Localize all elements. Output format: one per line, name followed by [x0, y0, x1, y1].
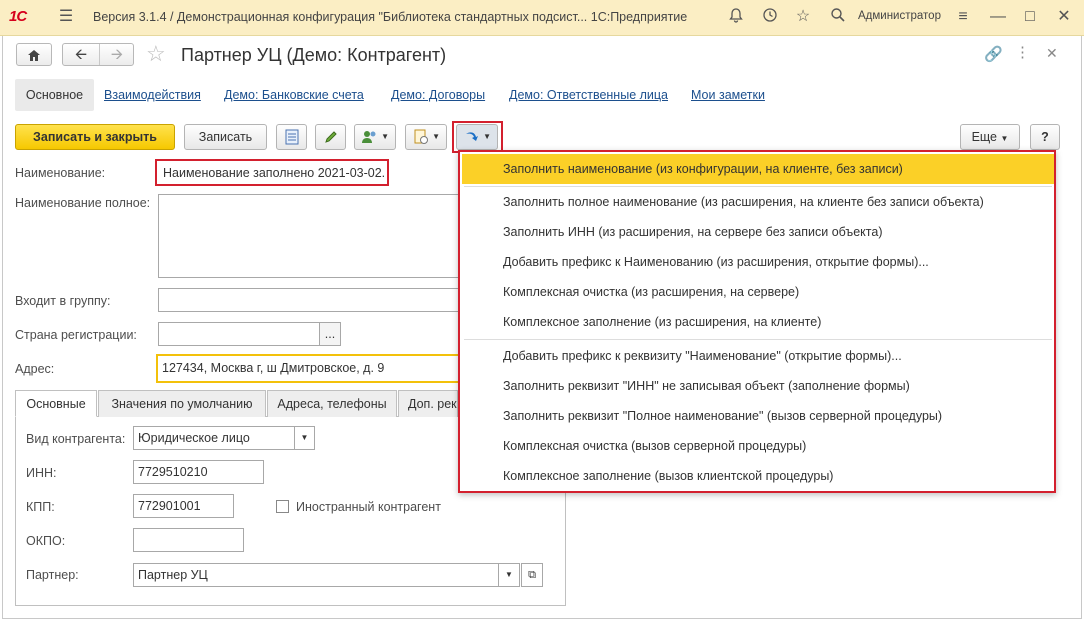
group-input[interactable] — [158, 288, 460, 312]
back-arrow-icon[interactable]: 🡨 — [63, 44, 100, 65]
partner-open-button[interactable]: ⧉ — [521, 563, 543, 587]
name-input[interactable]: Наименование заполнено 2021-03-02. — [158, 161, 458, 185]
tab-contracts[interactable]: Демо: Договоры — [391, 88, 485, 102]
menu-item-complex-fill-client[interactable]: Комплексное заполнение (вызов клиентской… — [462, 461, 1054, 491]
app-logo: 1С — [9, 8, 27, 25]
foreign-label: Иностранный контрагент — [296, 500, 441, 514]
window-title-text: Версия 3.1.4 / Демонстрационная конфигур… — [93, 10, 688, 24]
menu-separator — [464, 339, 1052, 340]
menu-item-add-prefix[interactable]: Добавить префикс к Наименованию (из расш… — [462, 247, 1054, 277]
search-icon[interactable] — [828, 7, 848, 27]
tab-basic[interactable]: Основные — [15, 390, 97, 417]
close-window-icon[interactable]: ✕ — [1054, 7, 1074, 27]
title-bar: 1С ☰ Версия 3.1.4 / Демонстрационная кон… — [0, 0, 1084, 36]
help-button[interactable]: ? — [1030, 124, 1060, 150]
partner-input[interactable]: Партнер УЦ — [133, 563, 499, 587]
attachments-dropdown-button[interactable]: ▼ — [405, 124, 447, 150]
tab-default-values[interactable]: Значения по умолчанию — [98, 390, 266, 417]
save-and-close-button[interactable]: Записать и закрыть — [15, 124, 175, 150]
fill-arrow-icon — [466, 132, 478, 141]
kind-select[interactable]: Юридическое лицо — [133, 426, 295, 450]
open-form-icon: ⧉ — [528, 569, 536, 581]
partner-dropdown-button[interactable]: ▼ — [498, 563, 520, 587]
more-options-icon[interactable]: ⋮ — [1015, 43, 1030, 61]
okpo-label: ОКПО: — [26, 534, 66, 548]
tab-additional-details[interactable]: Доп. рек — [398, 390, 458, 417]
country-input[interactable] — [158, 322, 320, 346]
minimize-icon[interactable]: — — [988, 7, 1008, 27]
menu-item-fill-name[interactable]: Заполнить наименование (из конфигурации,… — [462, 154, 1054, 184]
country-label: Страна регистрации: — [15, 328, 137, 342]
inn-label: ИНН: — [26, 466, 57, 480]
link-icon[interactable]: 🔗 — [984, 45, 1003, 63]
forward-arrow-icon[interactable]: 🡪 — [99, 44, 135, 65]
tab-label: Основное — [25, 88, 84, 102]
pencil-icon — [324, 131, 337, 143]
inn-input[interactable]: 7729510210 — [133, 460, 264, 484]
country-select-button[interactable]: ... — [319, 322, 341, 346]
fill-commands-dropdown-button[interactable]: ▼ — [456, 124, 498, 150]
tab-interactions[interactable]: Взаимодействия — [104, 88, 201, 102]
menu-item-fill-full-name[interactable]: Заполнить полное наименование (из расшир… — [462, 187, 1054, 217]
chevron-down-icon: ▼ — [1000, 134, 1009, 143]
document-list-icon — [285, 129, 298, 145]
tab-addresses-phones[interactable]: Адреса, телефоны — [267, 390, 397, 417]
maximize-icon[interactable]: □ — [1020, 7, 1040, 27]
close-form-icon[interactable]: ✕ — [1046, 45, 1058, 62]
full-name-textarea[interactable] — [158, 194, 460, 278]
more-label: Еще — [971, 130, 998, 144]
page-title: Партнер УЦ (Демо: Контрагент) — [181, 45, 447, 65]
menu-item-fill-inn[interactable]: Заполнить ИНН (из расширения, на сервере… — [462, 217, 1054, 247]
partner-label: Партнер: — [26, 568, 79, 582]
home-icon — [28, 50, 40, 61]
menu-item-complex-fill[interactable]: Комплексное заполнение (из расширения, н… — [462, 307, 1054, 337]
edit-button[interactable] — [315, 124, 346, 150]
name-label: Наименование: — [15, 166, 106, 180]
ellipsis-icon: ... — [324, 327, 336, 341]
menu-item-complex-clear-server[interactable]: Комплексная очистка (вызов серверной про… — [462, 431, 1054, 461]
full-name-label: Наименование полное: — [15, 196, 151, 210]
user-name[interactable]: Администратор — [858, 10, 941, 22]
report-button[interactable] — [276, 124, 307, 150]
group-label: Входит в группу: — [15, 294, 111, 308]
menu-item-fill-full-name-attribute[interactable]: Заполнить реквизит "Полное наименование"… — [462, 401, 1054, 431]
menu-item-add-prefix-attribute[interactable]: Добавить префикс к реквизиту "Наименован… — [462, 341, 1054, 371]
menu-item-fill-inn-attribute[interactable]: Заполнить реквизит "ИНН" не записывая об… — [462, 371, 1054, 401]
more-button[interactable]: Еще ▼ — [960, 124, 1020, 150]
users-icon — [362, 131, 376, 143]
address-label: Адрес: — [15, 362, 55, 376]
tab-main-section[interactable]: Основное — [15, 79, 94, 111]
kpp-label: КПП: — [26, 500, 55, 514]
history-nav-buttons: 🡨 🡪 — [62, 43, 134, 66]
menu-icon[interactable]: ☰ — [56, 7, 76, 27]
chevron-down-icon: ▼ — [432, 132, 440, 141]
save-button[interactable]: Записать — [184, 124, 267, 150]
chevron-down-icon: ▼ — [300, 433, 309, 442]
menu-item-complex-clear[interactable]: Комплексная очистка (из расширения, на с… — [462, 277, 1054, 307]
bell-icon[interactable] — [726, 7, 746, 27]
document-clock-icon — [414, 129, 428, 144]
users-dropdown-button[interactable]: ▼ — [354, 124, 396, 150]
tab-responsible-persons[interactable]: Демо: Ответственные лица — [509, 88, 668, 102]
okpo-input[interactable] — [133, 528, 244, 552]
home-button[interactable] — [16, 43, 52, 66]
settings-menu-icon[interactable]: ≡ — [953, 7, 973, 27]
favorites-star-icon[interactable]: ☆ — [793, 7, 813, 27]
kind-label: Вид контрагента: — [26, 432, 126, 446]
chevron-down-icon: ▼ — [505, 570, 513, 579]
fill-commands-menu: Заполнить наименование (из конфигурации,… — [458, 150, 1056, 493]
address-input[interactable]: 127434, Москва г, ш Дмитровское, д. 9 — [156, 354, 460, 383]
chevron-down-icon: ▼ — [483, 132, 491, 141]
history-icon[interactable] — [760, 7, 780, 27]
tab-bank-accounts[interactable]: Демо: Банковские счета — [224, 88, 364, 102]
kind-dropdown-button[interactable]: ▼ — [294, 426, 315, 450]
kpp-input[interactable]: 772901001 — [133, 494, 234, 518]
foreign-checkbox[interactable] — [276, 500, 289, 513]
favorite-star-icon[interactable]: ☆ — [146, 41, 166, 67]
chevron-down-icon: ▼ — [381, 132, 389, 141]
tab-my-notes[interactable]: Мои заметки — [691, 88, 765, 102]
